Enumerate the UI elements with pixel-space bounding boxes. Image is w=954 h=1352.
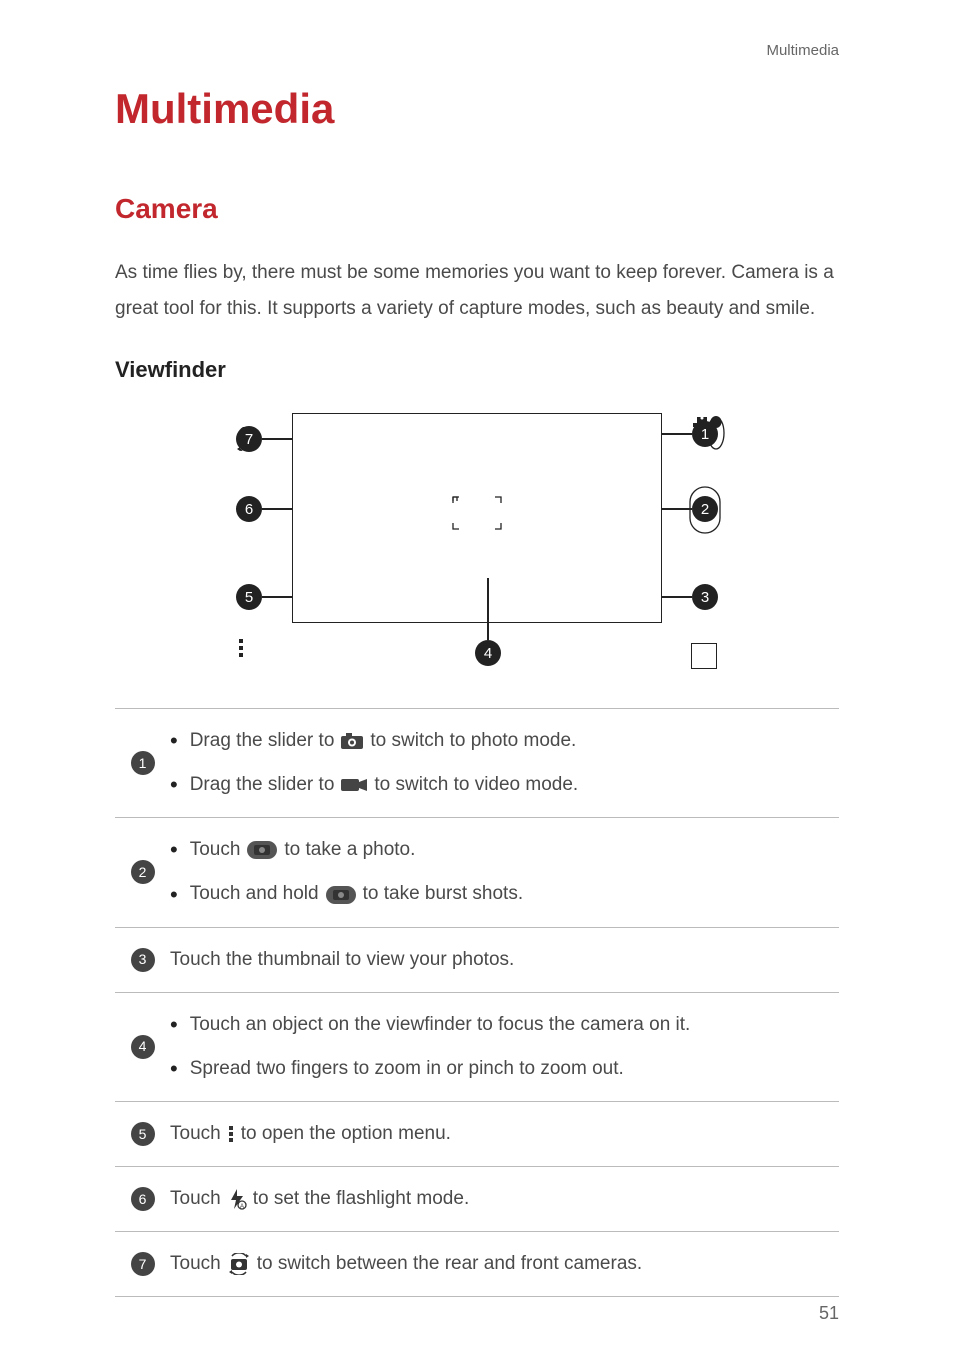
callout-3: 3 xyxy=(692,584,718,610)
legend-text: to set the flashlight mode. xyxy=(253,1181,470,1217)
legend-description: Touch to open the option menu. xyxy=(170,1116,839,1152)
legend-text: Spread two fingers to zoom in or pinch t… xyxy=(190,1051,624,1087)
legend-row: 7 Touch to switch between the rear and fr… xyxy=(115,1231,839,1297)
legend-description: Touch to switch between the rear and fro… xyxy=(170,1246,839,1282)
legend-text: Drag the slider to xyxy=(190,767,335,803)
legend-description: Touch A to set the flashlight mode. xyxy=(170,1181,839,1217)
callout-7: 7 xyxy=(236,426,262,452)
legend-number: 2 xyxy=(131,860,155,884)
legend-text: Touch xyxy=(170,1246,221,1282)
flash-icon: A xyxy=(227,1188,247,1210)
legend-description: Touch an object on the viewfinder to foc… xyxy=(170,1007,839,1087)
legend-number: 3 xyxy=(131,948,155,972)
legend-text: Touch xyxy=(170,1116,221,1152)
legend-row: 2 Touch to take a photo. Touch and hold to… xyxy=(115,817,839,926)
shutter-icon xyxy=(325,885,357,905)
header-link: Multimedia xyxy=(766,42,839,59)
legend-number: 7 xyxy=(131,1252,155,1276)
legend-text: to open the option menu. xyxy=(241,1116,451,1152)
shutter-icon xyxy=(246,840,278,860)
legend-text: Touch xyxy=(170,1181,221,1217)
legend-text: Touch the thumbnail to view your photos. xyxy=(170,942,514,978)
callout-1: 1 xyxy=(692,421,718,447)
menu-icon xyxy=(239,639,243,657)
legend-description: Touch the thumbnail to view your photos. xyxy=(170,942,839,978)
legend-text: Touch xyxy=(190,832,241,868)
legend-description: Touch to take a photo. Touch and hold to … xyxy=(170,832,839,912)
legend-text: to take burst shots. xyxy=(363,876,524,912)
section-heading: Camera xyxy=(115,193,839,225)
legend-number: 5 xyxy=(131,1122,155,1146)
intro-paragraph: As time flies by, there must be some mem… xyxy=(115,255,839,327)
subsection-heading: Viewfinder xyxy=(115,357,839,383)
switch-camera-icon xyxy=(227,1253,251,1275)
callout-4: 4 xyxy=(475,640,501,666)
callout-5: 5 xyxy=(236,584,262,610)
legend-row: 4 Touch an object on the viewfinder to fo… xyxy=(115,992,839,1101)
legend-table: 1 Drag the slider to to switch to photo m… xyxy=(115,708,839,1297)
legend-row: 5 Touch to open the option menu. xyxy=(115,1101,839,1166)
page-number: 51 xyxy=(819,1303,839,1324)
callout-2: 2 xyxy=(692,496,718,522)
legend-text: Touch and hold xyxy=(190,876,319,912)
legend-description: Drag the slider to to switch to photo mo… xyxy=(170,723,839,803)
legend-text: to switch between the rear and front cam… xyxy=(257,1246,642,1282)
legend-text: to take a photo. xyxy=(284,832,415,868)
legend-number: 6 xyxy=(131,1187,155,1211)
viewfinder-diagram: s A xyxy=(217,403,737,683)
thumbnail-preview xyxy=(691,643,717,669)
legend-number: 1 xyxy=(131,751,155,775)
legend-number: 4 xyxy=(131,1035,155,1059)
legend-row: 6 Touch A to set the flashlight mode. xyxy=(115,1166,839,1231)
legend-text: Touch an object on the viewfinder to foc… xyxy=(190,1007,691,1043)
callout-6: 6 xyxy=(236,496,262,522)
legend-text: to switch to video mode. xyxy=(374,767,578,803)
legend-row: 3 Touch the thumbnail to view your photos… xyxy=(115,927,839,992)
svg-text:A: A xyxy=(240,1204,244,1210)
legend-row: 1 Drag the slider to to switch to photo m… xyxy=(115,708,839,817)
video-mode-icon xyxy=(340,777,368,793)
legend-text: to switch to photo mode. xyxy=(370,723,576,759)
focus-brackets xyxy=(447,491,507,540)
photo-mode-icon xyxy=(340,732,364,750)
menu-dots-icon xyxy=(227,1124,235,1144)
legend-text: Drag the slider to xyxy=(190,723,335,759)
page-title: Multimedia xyxy=(115,85,839,133)
